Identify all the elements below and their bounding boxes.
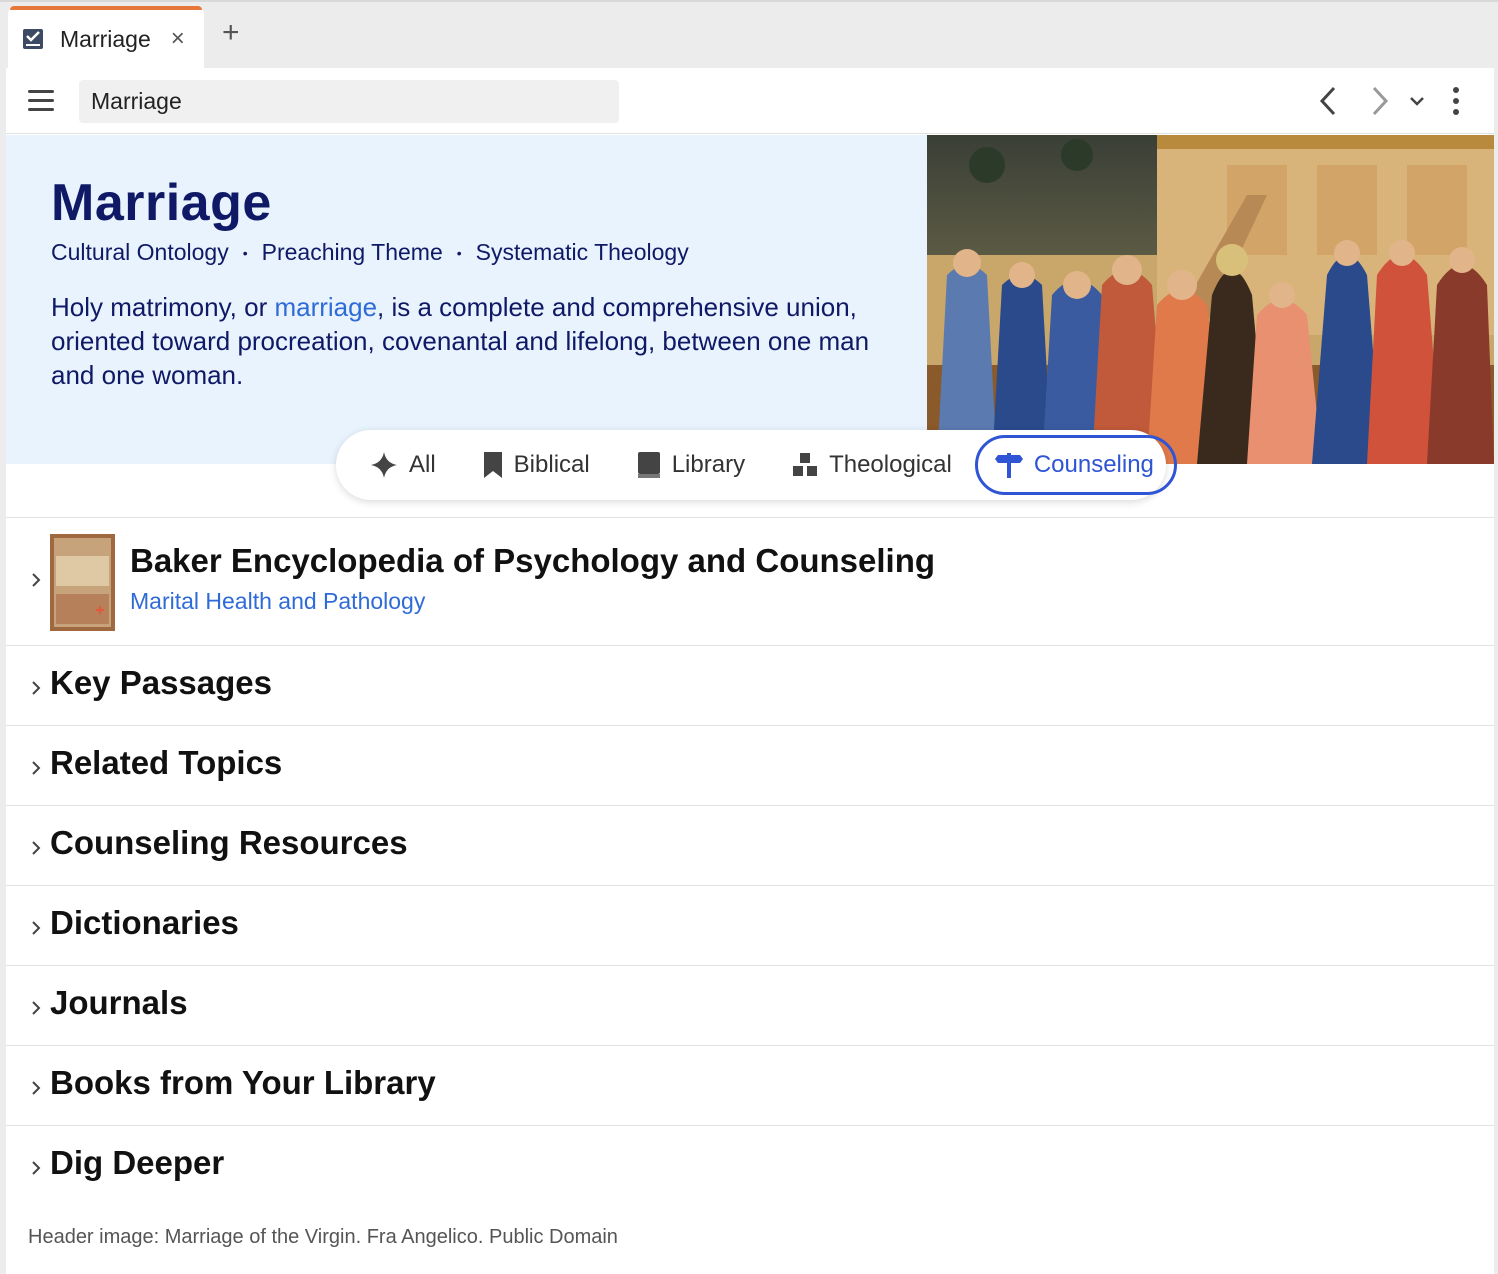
section-title: Books from Your Library	[50, 1064, 436, 1101]
sparkle-icon	[371, 452, 397, 478]
page-title: Marriage	[51, 174, 272, 232]
chevron-right-icon	[32, 1161, 41, 1175]
toolbar	[6, 68, 1494, 134]
tab-marriage[interactable]: Marriage ×	[8, 6, 204, 72]
section-journals[interactable]: Journals	[6, 966, 1494, 1046]
filter-library-label: Library	[671, 451, 746, 478]
section-counseling-resources[interactable]: Counseling Resources	[6, 806, 1494, 886]
section-title: Counseling Resources	[50, 824, 408, 861]
marriage-link[interactable]: marriage	[274, 292, 377, 322]
hero-banner: Marriage Cultural Ontology • Preaching T…	[6, 135, 1494, 464]
chevron-right-icon	[32, 1081, 41, 1095]
book-icon	[637, 452, 660, 478]
main-panel: Marriage Cultural Ontology • Preaching T…	[6, 68, 1494, 1274]
section-title: Dig Deeper	[50, 1144, 225, 1181]
chevron-right-icon	[32, 761, 41, 775]
tab-strip: Marriage × +	[0, 0, 1498, 72]
checkbox-document-icon	[22, 28, 44, 50]
tab-title: Marriage	[60, 25, 151, 52]
topic-description: Holy matrimony, or marriage, is a comple…	[51, 290, 891, 392]
section-books-from-library[interactable]: Books from Your Library	[6, 1046, 1494, 1126]
history-chevron-down-icon[interactable]	[1406, 84, 1428, 118]
section-key-passages[interactable]: Key Passages	[6, 646, 1494, 726]
section-title: Dictionaries	[50, 904, 239, 941]
tag-separator: •	[242, 244, 248, 261]
topic-sections: Baker Encyclopedia of Psychology and Cou…	[6, 517, 1494, 1206]
topic-tags: Cultural Ontology • Preaching Theme • Sy…	[51, 239, 901, 266]
section-dig-deeper[interactable]: Dig Deeper	[6, 1126, 1494, 1206]
hero-text: Marriage Cultural Ontology • Preaching T…	[51, 173, 901, 392]
filter-biblical[interactable]: Biblical	[459, 435, 613, 495]
chevron-right-icon[interactable]	[30, 570, 42, 590]
filter-all[interactable]: All	[346, 435, 459, 495]
forward-arrow-icon[interactable]	[1364, 84, 1394, 118]
filter-all-label: All	[409, 451, 436, 478]
tag-cultural-ontology[interactable]: Cultural Ontology	[51, 239, 229, 266]
filter-theological[interactable]: Theological	[768, 435, 975, 495]
tag-systematic-theology[interactable]: Systematic Theology	[476, 239, 689, 266]
featured-article-link[interactable]: Marital Health and Pathology	[130, 588, 425, 615]
chevron-right-icon	[32, 681, 41, 695]
back-arrow-icon[interactable]	[1314, 84, 1344, 118]
section-dictionaries[interactable]: Dictionaries	[6, 886, 1494, 966]
section-title: Key Passages	[50, 664, 272, 701]
signpost-icon	[994, 453, 1023, 478]
filter-counseling-label: Counseling	[1033, 451, 1154, 478]
filter-theological-label: Theological	[829, 451, 952, 478]
filter-counseling[interactable]: Counseling	[974, 435, 1177, 495]
filter-biblical-label: Biblical	[513, 451, 590, 478]
tag-preaching-theme[interactable]: Preaching Theme	[262, 239, 443, 266]
chevron-right-icon	[32, 921, 41, 935]
filter-library[interactable]: Library	[613, 435, 768, 495]
blocks-icon	[793, 453, 818, 476]
tag-separator: •	[456, 244, 462, 261]
chevron-right-icon	[32, 841, 41, 855]
featured-resource[interactable]: Baker Encyclopedia of Psychology and Cou…	[6, 517, 1494, 646]
tab-accent-bar	[10, 6, 202, 10]
section-title: Journals	[50, 984, 188, 1021]
address-input[interactable]	[79, 80, 619, 123]
chevron-right-icon	[32, 1001, 41, 1015]
section-title: Related Topics	[50, 744, 283, 781]
hamburger-menu-icon[interactable]	[28, 90, 54, 112]
bookmark-icon	[483, 452, 502, 478]
new-tab-button[interactable]: +	[222, 18, 240, 48]
section-related-topics[interactable]: Related Topics	[6, 726, 1494, 806]
desc-text-start: Holy matrimony, or	[51, 292, 275, 322]
header-painting-image	[927, 135, 1494, 464]
book-cover-image	[50, 534, 115, 631]
featured-book-title[interactable]: Baker Encyclopedia of Psychology and Cou…	[130, 542, 935, 580]
category-filter-bar: All Biblical Library Theological Counsel…	[336, 430, 1177, 500]
image-credit: Header image: Marriage of the Virgin. Fr…	[28, 1226, 618, 1248]
close-tab-icon[interactable]: ×	[171, 25, 185, 53]
more-options-icon[interactable]	[1446, 84, 1466, 118]
